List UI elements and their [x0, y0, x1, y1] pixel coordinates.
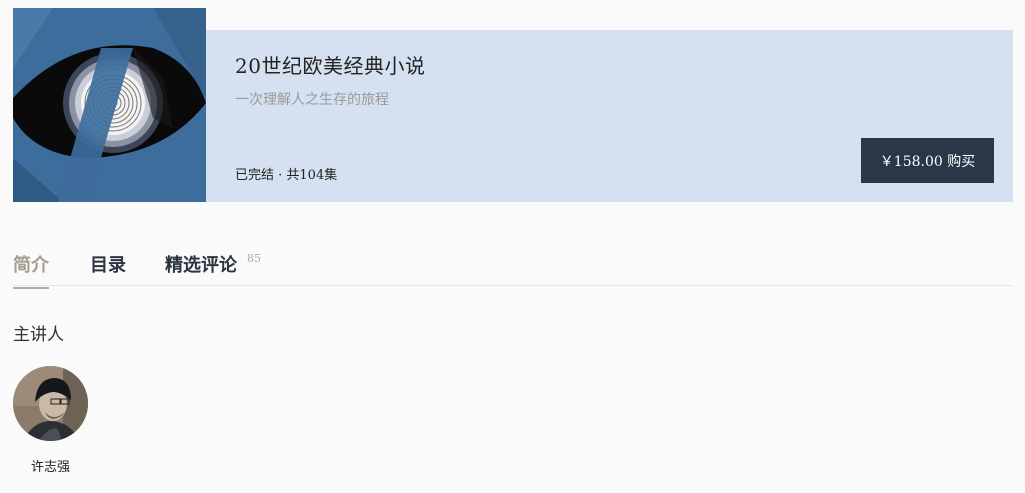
tab-catalog[interactable]: 目录 — [90, 251, 126, 287]
lecturer-avatar[interactable] — [13, 366, 88, 441]
course-title: 20世纪欧美经典小说 — [235, 54, 426, 78]
lecturer-heading: 主讲人 — [13, 325, 64, 345]
comment-count-badge: 85 — [247, 252, 261, 265]
tab-intro[interactable]: 简介 — [13, 251, 49, 289]
buy-button[interactable]: ￥158.00 购买 — [861, 138, 994, 183]
tab-bar: 简介 目录 精选评论 85 — [13, 240, 1013, 289]
lecturer-name: 许志强 — [30, 460, 70, 475]
tab-comments[interactable]: 精选评论 — [165, 251, 237, 287]
course-subtitle: 一次理解人之生存的旅程 — [235, 92, 389, 108]
course-status: 已完结 · 共104集 — [235, 168, 338, 183]
course-cover-image — [13, 8, 206, 202]
course-page: 20世纪欧美经典小说 一次理解人之生存的旅程 已完结 · 共104集 ￥158.… — [0, 0, 1025, 493]
